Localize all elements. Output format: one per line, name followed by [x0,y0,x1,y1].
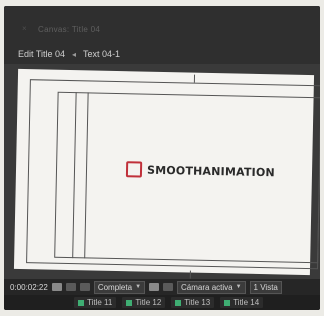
logo-text: SMOOTHANIMATION [146,163,276,179]
composition-viewer[interactable]: SMOOTHANIMATION [4,64,320,279]
composition-panel-header: × Canvas: Title 04 Edit Title 04 ◂ Text … [4,6,320,64]
breadcrumb: Edit Title 04 ◂ Text 04-1 [18,49,120,59]
resolution-select[interactable]: Completa ▼ [93,280,146,294]
label-color-swatch [175,299,182,306]
tab-title-11[interactable]: Title 11 [74,297,117,308]
breadcrumb-item-text[interactable]: Text 04-1 [83,49,120,59]
composition-canvas[interactable]: SMOOTHANIMATION [13,68,320,279]
tab-label: Title 13 [184,298,211,307]
center-marker-top [193,74,196,83]
camera-value: Cámara activa [181,282,233,292]
square-outline-icon [125,161,143,178]
view-layout-select[interactable]: 1 Vista [249,280,282,294]
breadcrumb-item-edit-title[interactable]: Edit Title 04 [18,49,65,59]
camera-select[interactable]: Cámara activa ▼ [177,280,246,294]
channels-icon[interactable] [65,283,76,291]
tab-title-13[interactable]: Title 13 [171,297,215,308]
tab-label: Title 12 [135,298,162,307]
region-icon[interactable] [149,283,160,291]
transparency-grid-icon[interactable] [163,283,174,291]
tab-label: Title 11 [87,298,113,307]
tab-title-12[interactable]: Title 12 [122,297,166,308]
viewer-controls-bar: 0:00:02:22 Completa ▼ Cámara activa ▼ 1 … [4,279,320,295]
photo-background: × Canvas: Title 04 Edit Title 04 ◂ Text … [0,0,324,316]
close-panel-icon[interactable]: × [22,24,27,33]
center-marker-bottom [189,270,191,279]
label-color-swatch [126,299,133,306]
resolution-value: Completa [97,282,133,292]
camera-icon[interactable] [51,283,62,291]
composition-tabs: Title 11 Title 12 Title 13 Title 14 [4,295,320,310]
color-icon[interactable] [79,283,90,291]
logo-layer[interactable]: SMOOTHANIMATION [125,161,276,180]
current-time-display[interactable]: 0:00:02:22 [10,283,48,292]
monitor-screen: × Canvas: Title 04 Edit Title 04 ◂ Text … [4,6,320,310]
label-color-swatch [224,299,231,306]
panel-title: Canvas: Title 04 [38,25,101,34]
label-color-swatch [78,299,84,306]
tab-title-14[interactable]: Title 14 [220,297,264,308]
chevron-down-icon: ▼ [235,283,242,290]
chevron-down-icon: ▼ [135,283,142,290]
breadcrumb-separator-icon: ◂ [72,49,77,59]
view-layout-value: 1 Vista [253,282,278,292]
tab-label: Title 14 [233,298,260,307]
